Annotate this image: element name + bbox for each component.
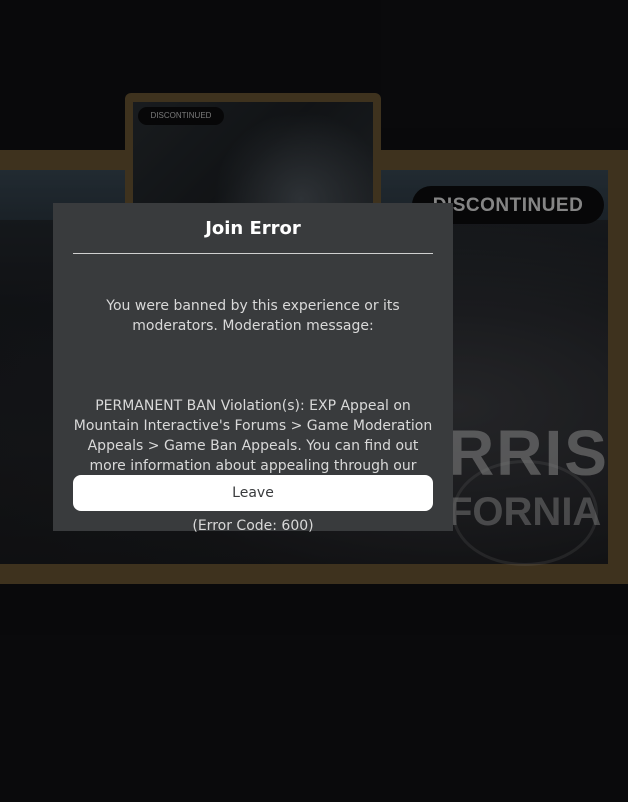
error-code-text: (Error Code: 600)	[192, 518, 314, 534]
dialog-message: You were banned by this experience or it…	[73, 276, 433, 556]
dialog-divider	[73, 253, 433, 254]
ban-notice-text: You were banned by this experience or it…	[106, 298, 400, 334]
game-join-screen: RRIS FORNIA DISCONTINUED DISCONTINUED Jo…	[0, 0, 628, 802]
leave-button[interactable]: Leave	[73, 475, 433, 511]
join-error-dialog: Join Error You were banned by this exper…	[53, 203, 453, 534]
dialog-title: Join Error	[205, 218, 301, 239]
